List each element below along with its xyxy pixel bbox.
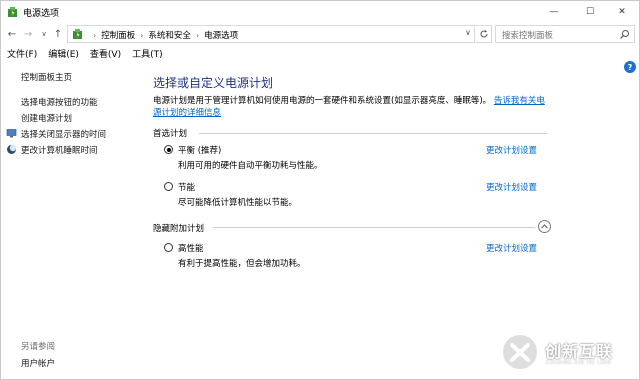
recent-locations-chevron-icon[interactable]: ∨ (37, 26, 51, 42)
close-button[interactable]: ✕ (605, 1, 639, 23)
page-title: 选择或自定义电源计划 (153, 76, 274, 90)
breadcrumb-separator-icon: › (93, 30, 97, 40)
plan-balanced-name[interactable]: 平衡 (推荐) (178, 144, 221, 156)
sidebar-link-power-button[interactable]: 选择电源按钮的功能 (21, 96, 98, 108)
watermark-subtext: CHUANG XIN HU LIAN (546, 360, 612, 366)
breadcrumb-system-security[interactable]: 系统和安全 (148, 29, 191, 41)
window-title: 电源选项 (23, 9, 60, 19)
power-options-window: 电源选项 — ☐ ✕ ← → ∨ ↑ › 控制面板 › 系统和安全 › 电源选项… (0, 0, 640, 380)
breadcrumb-separator-icon[interactable]: › (196, 31, 199, 40)
watermark-logo-icon (503, 335, 537, 369)
watermark: 创新互联 CHUANG XIN HU LIAN (501, 333, 640, 377)
plan-power-saver-change-settings-link[interactable]: 更改计划设置 (486, 181, 537, 193)
section-divider (199, 133, 547, 134)
help-icon[interactable]: ? (624, 61, 636, 73)
minimize-button[interactable]: — (537, 1, 571, 23)
address-row: ← → ∨ ↑ › 控制面板 › 系统和安全 › 电源选项 ∨ 搜索控制面板 (1, 23, 639, 45)
menu-view[interactable]: 查看(V) (84, 45, 126, 61)
display-icon (6, 129, 17, 138)
breadcrumb: › 控制面板 › 系统和安全 › 电源选项 (88, 29, 238, 42)
plan-power-saver-name[interactable]: 节能 (178, 181, 195, 193)
breadcrumb-control-panel[interactable]: 控制面板 (101, 29, 135, 41)
user-accounts-link[interactable]: 用户帐户 (21, 357, 55, 369)
power-options-icon (8, 7, 17, 17)
refresh-icon (480, 30, 487, 38)
collapse-chevron-icon[interactable] (538, 220, 551, 233)
plan-high-performance-name[interactable]: 高性能 (178, 242, 204, 254)
hidden-plans-header: 隐藏附加计划 (153, 224, 205, 234)
plan-power-saver-description: 尽可能降低计算机性能以节能。 (178, 198, 298, 208)
refresh-button[interactable] (476, 25, 492, 43)
plan-high-performance-description: 有利于提高性能，但会增加功耗。 (178, 259, 306, 269)
sidebar-link-create-plan[interactable]: 创建电源计划 (21, 112, 72, 124)
up-arrow-icon[interactable]: ↑ (51, 26, 65, 42)
sleep-moon-icon (7, 144, 17, 154)
description-text: 电源计划是用于管理计算机如何使用电源的一套硬件和系统设置(如显示器亮度、睡眠等)… (153, 96, 492, 106)
search-icon (620, 30, 629, 39)
control-panel-home-link[interactable]: 控制面板主页 (21, 71, 72, 83)
section-divider (213, 227, 535, 228)
plan-balanced-description: 利用可用的硬件自动平衡功耗与性能。 (178, 161, 323, 171)
menu-file[interactable]: 文件(F) (1, 45, 42, 61)
address-dropdown-icon[interactable]: ∨ (465, 28, 471, 37)
title-bar: 电源选项 — ☐ ✕ (1, 1, 639, 23)
sidebar-link-display-timeout[interactable]: 选择关闭显示器的时间 (21, 128, 106, 140)
menu-bar: 文件(F) 编辑(E) 查看(V) 工具(T) (1, 45, 168, 61)
plan-power-saver-radio[interactable] (164, 182, 173, 191)
plan-high-performance-change-settings-link[interactable]: 更改计划设置 (486, 242, 537, 254)
search-input[interactable]: 搜索控制面板 (495, 25, 635, 43)
menu-tools[interactable]: 工具(T) (126, 45, 168, 61)
plan-balanced-change-settings-link[interactable]: 更改计划设置 (486, 144, 537, 156)
preferred-plans-header: 首选计划 (153, 129, 188, 139)
control-panel-icon (73, 29, 82, 39)
plan-balanced-radio[interactable] (164, 145, 173, 154)
page-description: 电源计划是用于管理计算机如何使用电源的一套硬件和系统设置(如显示器亮度、睡眠等)… (153, 95, 553, 119)
search-placeholder: 搜索控制面板 (502, 31, 554, 41)
breadcrumb-separator-icon[interactable]: › (140, 31, 143, 40)
menu-edit[interactable]: 编辑(E) (42, 45, 84, 61)
see-also-heading: 另请参阅 (21, 342, 56, 352)
forward-arrow-icon[interactable]: → (21, 26, 35, 42)
back-arrow-icon[interactable]: ← (5, 26, 19, 42)
watermark-text: 创新互联 (545, 342, 614, 361)
maximize-button[interactable]: ☐ (573, 1, 607, 23)
sidebar-link-sleep-time[interactable]: 更改计算机睡眠时间 (21, 144, 98, 156)
breadcrumb-power-options[interactable]: 电源选项 (204, 29, 238, 41)
left-pane: 控制面板主页 选择电源按钮的功能 创建电源计划 选择关闭显示器的时间 更改计算机… (1, 61, 141, 379)
address-bar[interactable]: › 控制面板 › 系统和安全 › 电源选项 ∨ (67, 25, 475, 43)
plan-high-performance-radio[interactable] (164, 243, 173, 252)
